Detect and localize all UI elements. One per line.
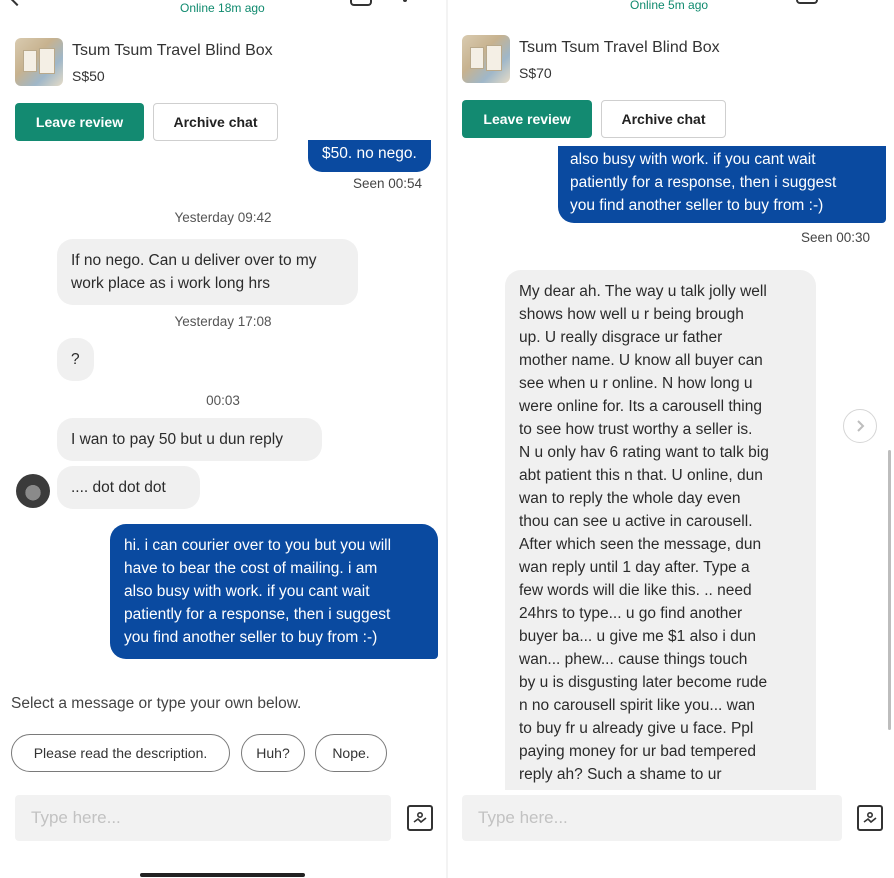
quick-reply-chip[interactable]: Nope.: [315, 734, 387, 772]
message-outgoing[interactable]: hi. i can courier over to you but you wi…: [110, 524, 438, 659]
timestamp: 00:03: [206, 393, 240, 408]
leave-review-button[interactable]: Leave review: [15, 103, 144, 141]
message-incoming[interactable]: If no nego. Can u deliver over to my wor…: [57, 239, 358, 305]
quick-reply-label: Select a message or type your own below.: [11, 695, 302, 712]
message-input[interactable]: [15, 795, 391, 841]
product-thumbnail[interactable]: [15, 38, 63, 86]
more-options-icon[interactable]: [403, 0, 407, 4]
quick-reply-chip[interactable]: Please read the description.: [11, 734, 230, 772]
product-price: S$50: [72, 68, 105, 84]
archive-chat-button[interactable]: Archive chat: [601, 100, 726, 138]
product-title[interactable]: Tsum Tsum Travel Blind Box: [519, 39, 720, 57]
scrollbar[interactable]: [888, 450, 891, 730]
message-incoming[interactable]: My dear ah. The way u talk jolly well sh…: [505, 270, 816, 790]
online-status: Online 18m ago: [180, 1, 265, 15]
seen-status: Seen 00:54: [353, 176, 423, 191]
online-status: Online 5m ago: [630, 0, 709, 12]
avatar[interactable]: [16, 474, 50, 508]
offer-icon[interactable]: [796, 0, 818, 4]
chat-panel-left: Online 18m ago Tsum Tsum Travel Blind Bo…: [0, 0, 446, 878]
image-attach-icon[interactable]: [407, 805, 433, 831]
product-thumbnail[interactable]: [462, 35, 510, 83]
chat-panel-right: Online 5m ago Tsum Tsum Travel Blind Box…: [448, 0, 894, 878]
next-arrow-icon[interactable]: [843, 409, 877, 443]
product-title[interactable]: Tsum Tsum Travel Blind Box: [72, 42, 273, 60]
archive-chat-button[interactable]: Archive chat: [153, 103, 278, 141]
seen-status: Seen 00:30: [801, 230, 871, 245]
product-price: S$70: [519, 65, 552, 81]
timestamp: Yesterday 09:42: [174, 210, 272, 225]
image-attach-icon[interactable]: [857, 805, 883, 831]
message-outgoing[interactable]: also busy with work. if you cant wait pa…: [558, 146, 886, 223]
message-incoming[interactable]: ?: [57, 338, 94, 381]
message-incoming[interactable]: .... dot dot dot: [57, 466, 200, 509]
home-indicator: [140, 873, 305, 877]
back-chevron-icon[interactable]: [9, 0, 25, 7]
more-options-icon[interactable]: [856, 0, 860, 2]
message-input[interactable]: [462, 795, 842, 841]
message-outgoing[interactable]: $50. no nego.: [308, 140, 431, 172]
leave-review-button[interactable]: Leave review: [462, 100, 592, 138]
message-incoming[interactable]: I wan to pay 50 but u dun reply: [57, 418, 322, 461]
offer-icon[interactable]: [350, 0, 372, 6]
timestamp: Yesterday 17:08: [174, 314, 272, 329]
quick-reply-chip[interactable]: Huh?: [241, 734, 305, 772]
